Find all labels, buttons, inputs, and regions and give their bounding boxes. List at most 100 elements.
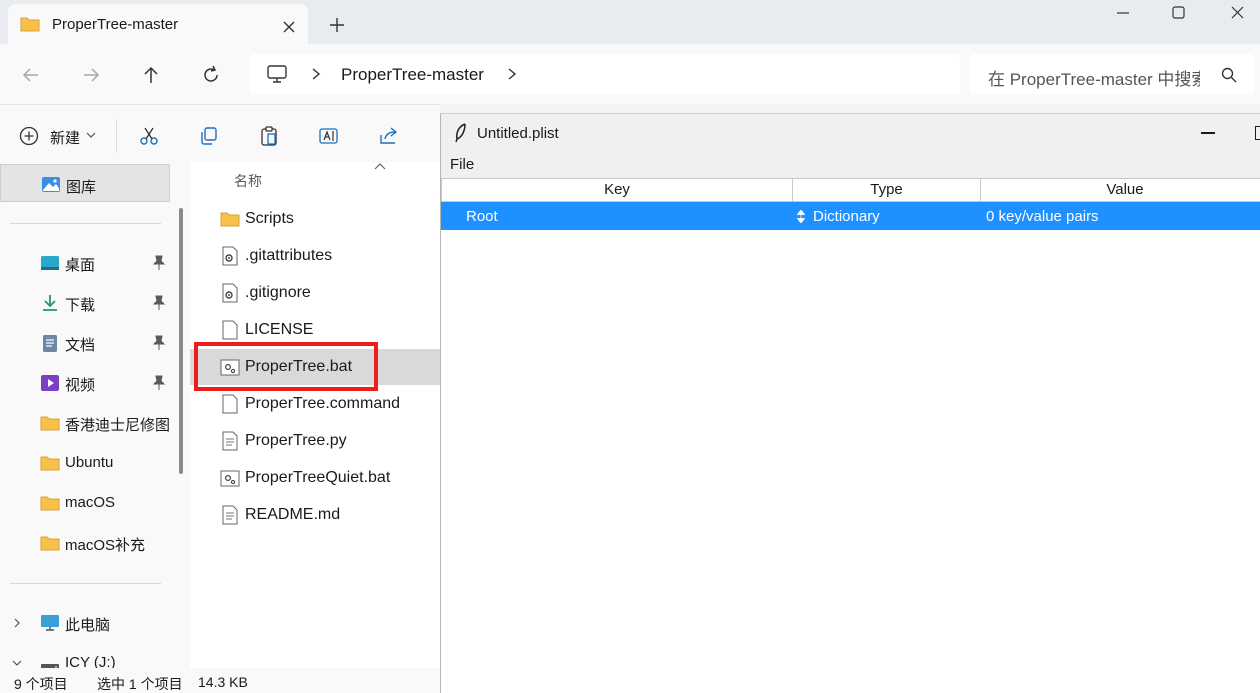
sidebar-item-label: 文档 <box>65 337 96 354</box>
desktop-icon <box>40 254 60 272</box>
sidebar-scrollbar[interactable] <box>179 208 183 474</box>
minimize-icon[interactable] <box>1201 132 1215 134</box>
copy-icon[interactable] <box>198 125 220 147</box>
file-row[interactable]: ProperTree.command <box>190 386 440 422</box>
file-name: ProperTreeQuiet.bat <box>245 469 391 486</box>
folder-icon <box>40 494 60 512</box>
rename-icon[interactable] <box>318 125 340 147</box>
chevron-right-icon[interactable] <box>506 67 518 81</box>
propertree-title-bar[interactable]: Untitled.plist <box>441 114 1260 152</box>
sidebar-divider <box>10 583 161 584</box>
share-icon[interactable] <box>378 125 400 147</box>
menu-file[interactable]: File <box>450 156 474 173</box>
row-type[interactable]: Dictionary <box>813 208 880 225</box>
explorer-tab[interactable]: ProperTree-master <box>8 4 308 44</box>
status-bar: 9 个项目 选中 1 个项目 14.3 KB <box>0 668 440 693</box>
file-name: README.md <box>245 506 341 523</box>
feather-icon <box>453 123 469 143</box>
new-button[interactable]: 新建 <box>18 125 102 147</box>
video-icon <box>40 374 60 392</box>
address-bar[interactable]: ProperTree-master <box>250 54 960 94</box>
new-tab-icon[interactable] <box>326 14 348 36</box>
sidebar-item-this-pc[interactable]: 此电脑 <box>0 605 180 641</box>
back-arrow-icon[interactable] <box>20 64 42 86</box>
search-placeholder: 在 ProperTree-master 中搜索 <box>988 70 1200 89</box>
close-window-icon[interactable] <box>1228 4 1248 22</box>
pin-icon[interactable] <box>152 335 166 351</box>
folder-icon <box>40 534 60 552</box>
title-bar: ProperTree-master <box>0 0 1260 44</box>
file-row[interactable]: Scripts <box>190 201 440 237</box>
tree-header: Key Type Value <box>441 178 1260 202</box>
close-tab-icon[interactable] <box>278 16 300 38</box>
pin-icon[interactable] <box>152 375 166 391</box>
search-input[interactable]: 在 ProperTree-master 中搜索 <box>970 54 1254 94</box>
column-header-type[interactable]: Type <box>792 178 981 202</box>
sidebar-item-drive[interactable]: ICY (J:) <box>0 645 180 668</box>
batch-file-icon <box>220 468 240 488</box>
blank-file-icon <box>220 394 240 414</box>
propertree-window: Untitled.plist File Key Type Value Root … <box>440 113 1260 693</box>
text-file-icon <box>220 431 240 451</box>
column-header-key[interactable]: Key <box>441 178 793 202</box>
add-circle-icon <box>18 125 40 147</box>
refresh-icon[interactable] <box>200 64 222 86</box>
paste-icon[interactable] <box>258 125 280 147</box>
new-button-label: 新建 <box>50 130 81 147</box>
search-icon[interactable] <box>1220 66 1238 84</box>
file-row[interactable]: .gitignore <box>190 275 440 311</box>
tab-title: ProperTree-master <box>52 16 179 33</box>
forward-arrow-icon[interactable] <box>80 64 102 86</box>
maximize-icon[interactable] <box>1255 126 1260 140</box>
sidebar-item-desktop[interactable]: 桌面 <box>0 245 180 281</box>
minimize-icon[interactable] <box>1112 6 1134 20</box>
chevron-right-icon[interactable] <box>310 67 322 81</box>
file-row[interactable]: README.md <box>190 497 440 533</box>
sidebar-item-label: Ubuntu <box>65 454 114 471</box>
window-title: Untitled.plist <box>477 125 559 142</box>
file-list: 名称 Scripts .gitattributes .gitignore LIC… <box>190 162 440 668</box>
sidebar-item-folder[interactable]: macOS <box>0 485 180 521</box>
sort-chevron-up-icon[interactable] <box>374 162 386 170</box>
up-down-arrows-icon[interactable] <box>797 210 805 223</box>
column-header-value[interactable]: Value <box>980 178 1260 202</box>
tree-row-root[interactable]: Root Dictionary 0 key/value pairs <box>441 202 1260 230</box>
pin-icon[interactable] <box>152 295 166 311</box>
sidebar-item-folder[interactable]: Ubuntu <box>0 445 180 481</box>
sidebar-item-gallery[interactable]: 图库 <box>0 164 170 202</box>
maximize-icon[interactable] <box>1170 4 1188 22</box>
settings-file-icon <box>220 283 240 303</box>
sidebar-item-videos[interactable]: 视频 <box>0 365 180 401</box>
sidebar-item-downloads[interactable]: 下载 <box>0 285 180 321</box>
sidebar-item-label: 桌面 <box>65 257 96 274</box>
highlight-annotation-box <box>194 342 378 391</box>
file-name: .gitignore <box>245 284 311 301</box>
sidebar-item-folder[interactable]: macOS补充 <box>0 525 180 561</box>
cut-icon[interactable] <box>138 125 160 147</box>
chevron-down-icon[interactable] <box>12 657 22 668</box>
folder-icon <box>40 454 60 472</box>
file-row[interactable]: ProperTree.py <box>190 423 440 459</box>
sidebar-item-documents[interactable]: 文档 <box>0 325 180 361</box>
file-row[interactable]: .gitattributes <box>190 238 440 274</box>
document-icon <box>40 334 60 352</box>
file-name: .gitattributes <box>245 247 333 264</box>
item-count: 9 个项目 <box>14 676 68 692</box>
up-arrow-icon[interactable] <box>140 64 162 86</box>
folder-icon <box>220 209 240 229</box>
sidebar-item-label: macOS补充 <box>65 537 146 554</box>
computer-icon[interactable] <box>266 64 288 84</box>
column-header-name[interactable]: 名称 <box>234 171 262 191</box>
monitor-icon <box>40 614 60 632</box>
file-row[interactable]: ProperTreeQuiet.bat <box>190 460 440 496</box>
settings-file-icon <box>220 246 240 266</box>
chevron-right-icon[interactable] <box>12 617 22 629</box>
command-bar: 新建 <box>0 104 440 162</box>
navigation-pane: 图库 桌面 下载 文档 视频 香港迪士尼修图 Ubuntu macOS macO… <box>0 162 190 668</box>
sidebar-item-folder[interactable]: 香港迪士尼修图 <box>0 405 180 441</box>
file-name: ProperTree.py <box>245 432 347 449</box>
breadcrumb-item[interactable]: ProperTree-master <box>341 65 484 85</box>
pin-icon[interactable] <box>152 255 166 271</box>
gallery-icon <box>41 176 61 193</box>
sidebar-item-label: 香港迪士尼修图 <box>65 417 171 434</box>
